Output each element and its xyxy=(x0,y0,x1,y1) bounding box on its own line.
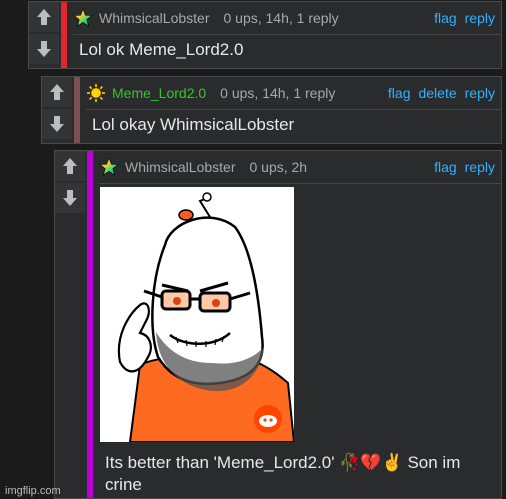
comment-text: Lol okay WhimsicalLobster xyxy=(92,115,295,134)
down-arrow-icon xyxy=(50,116,64,132)
delete-link[interactable]: delete xyxy=(418,85,456,101)
down-arrow-icon xyxy=(63,190,77,206)
comment-username[interactable]: WhimsicalLobster xyxy=(125,159,235,175)
flag-link[interactable]: flag xyxy=(388,85,411,101)
vote-column xyxy=(29,2,59,68)
comment-text: Lol ok Meme_Lord2.0 xyxy=(79,40,244,59)
downvote-button[interactable] xyxy=(55,183,85,213)
vote-column xyxy=(42,77,72,143)
reddit-snoo-meme-image[interactable] xyxy=(100,187,294,442)
comment-info: 0 ups, 2h xyxy=(249,159,308,175)
thread-bar xyxy=(61,2,67,68)
comment-1: WhimsicalLobster 0 ups, 14h, 1 reply fla… xyxy=(28,1,502,69)
divider xyxy=(99,183,501,184)
downvote-button[interactable] xyxy=(42,109,72,139)
imgflip-watermark: imgflip.com xyxy=(5,485,61,497)
rainbow-star-icon xyxy=(73,8,93,27)
comment-body: WhimsicalLobster 0 ups, 2h flag reply It… xyxy=(99,151,501,498)
comment-username[interactable]: Meme_Lord2.0 xyxy=(112,85,206,101)
flag-link[interactable]: flag xyxy=(434,10,457,26)
rainbow-star-icon xyxy=(99,157,119,176)
comment-username[interactable]: WhimsicalLobster xyxy=(99,10,209,26)
thread-bar xyxy=(74,77,80,143)
downvote-button[interactable] xyxy=(29,34,59,64)
reply-link[interactable]: reply xyxy=(465,85,495,101)
sun-icon xyxy=(87,84,105,102)
comment-body: WhimsicalLobster 0 ups, 14h, 1 reply fla… xyxy=(73,2,501,68)
up-arrow-icon xyxy=(63,158,77,174)
upvote-button[interactable] xyxy=(29,2,59,32)
comment-text: Its better than 'Meme_Lord2.0' 🥀💔✌️ Son … xyxy=(105,453,461,494)
comment-body: Meme_Lord2.0 0 ups, 14h, 1 reply flag de… xyxy=(86,77,501,143)
upvote-button[interactable] xyxy=(42,77,72,107)
vote-column xyxy=(55,151,85,498)
up-arrow-icon xyxy=(50,84,64,100)
flag-link[interactable]: flag xyxy=(434,159,457,175)
comment-info: 0 ups, 14h, 1 reply xyxy=(220,85,336,101)
upvote-button[interactable] xyxy=(55,151,85,181)
divider xyxy=(73,34,501,35)
up-arrow-icon xyxy=(37,9,51,25)
comment-2: Meme_Lord2.0 0 ups, 14h, 1 reply flag de… xyxy=(41,76,502,144)
down-arrow-icon xyxy=(37,41,51,57)
reply-link[interactable]: reply xyxy=(465,10,495,26)
reply-link[interactable]: reply xyxy=(465,159,495,175)
comment-info: 0 ups, 14h, 1 reply xyxy=(223,10,339,26)
comment-3: WhimsicalLobster 0 ups, 2h flag reply It… xyxy=(54,150,502,499)
divider xyxy=(86,109,501,110)
thread-bar xyxy=(87,151,93,498)
